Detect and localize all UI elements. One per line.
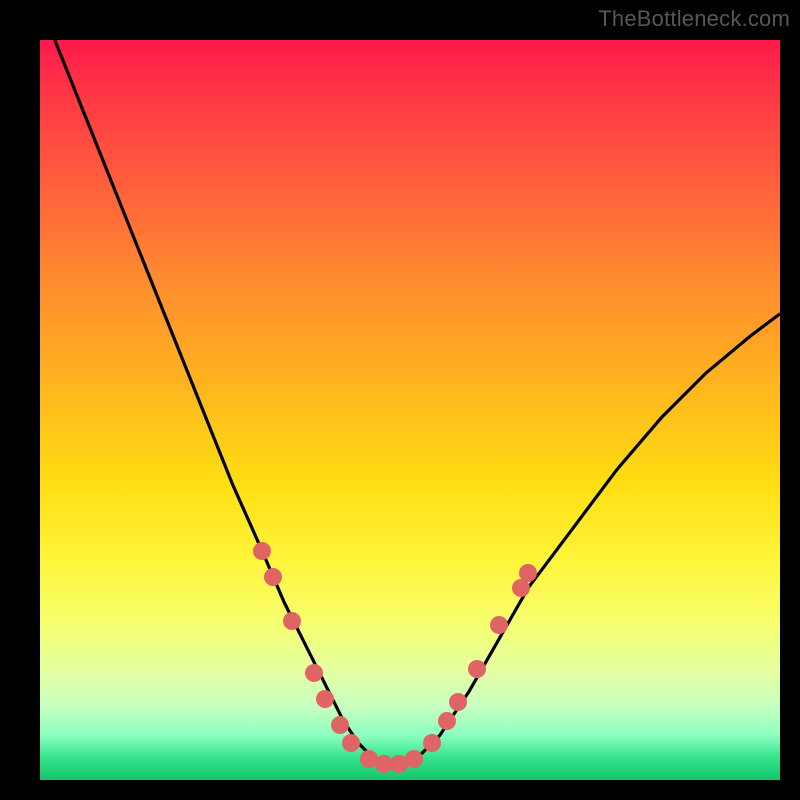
data-marker bbox=[468, 660, 486, 678]
data-marker bbox=[305, 664, 323, 682]
data-marker bbox=[264, 568, 282, 586]
data-marker bbox=[490, 616, 508, 634]
marker-layer bbox=[40, 40, 780, 780]
data-marker bbox=[253, 542, 271, 560]
data-marker bbox=[519, 564, 537, 582]
data-marker bbox=[331, 716, 349, 734]
plot-area bbox=[40, 40, 780, 780]
chart-frame: TheBottleneck.com bbox=[0, 0, 800, 800]
data-marker bbox=[423, 734, 441, 752]
data-marker bbox=[316, 690, 334, 708]
data-marker bbox=[449, 693, 467, 711]
watermark-text: TheBottleneck.com bbox=[598, 6, 790, 32]
data-marker bbox=[438, 712, 456, 730]
data-marker bbox=[342, 734, 360, 752]
data-marker bbox=[283, 612, 301, 630]
data-marker bbox=[405, 750, 423, 768]
